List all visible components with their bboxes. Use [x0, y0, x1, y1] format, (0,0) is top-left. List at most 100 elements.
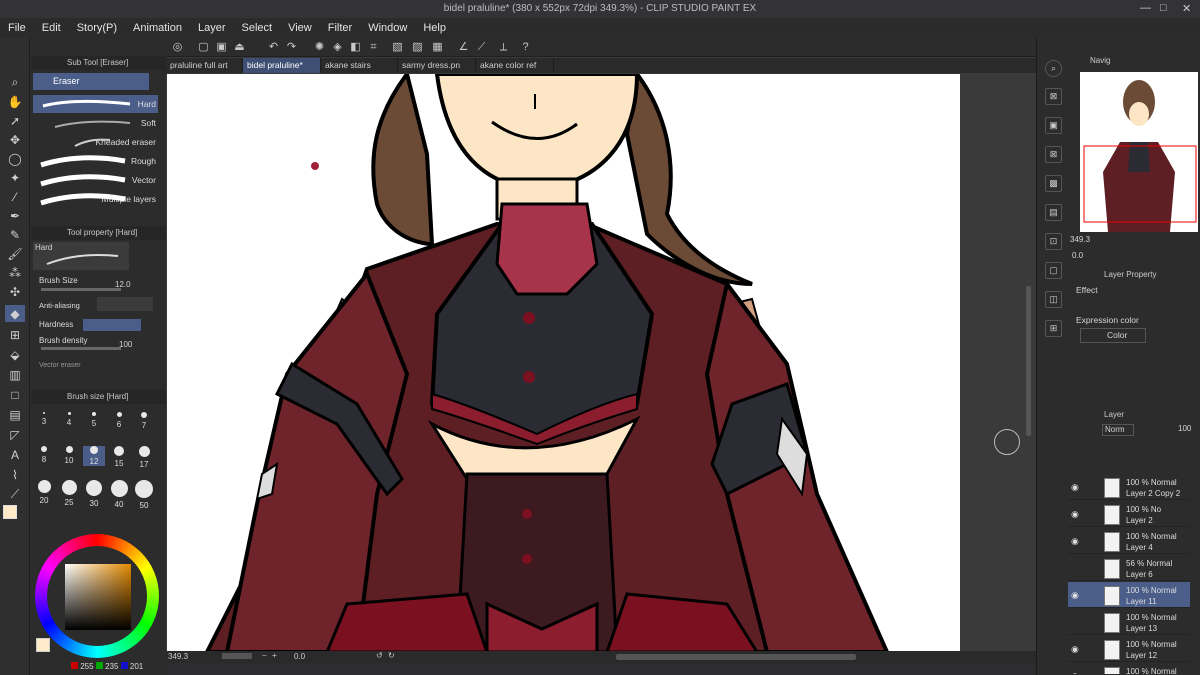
brush-size-50[interactable]: 50 — [133, 480, 155, 510]
panel-8-icon[interactable]: ◫ — [1045, 291, 1062, 308]
angle-readout[interactable]: 0.0 — [294, 652, 305, 661]
density-slider[interactable] — [41, 347, 121, 350]
minimize-icon[interactable]: — — [1140, 2, 1151, 14]
fill-icon[interactable]: ◧ — [348, 40, 363, 54]
layer-row[interactable]: ◉ 100 % Normal Layer 11 — [1068, 582, 1190, 608]
menu-help[interactable]: Help — [415, 22, 454, 34]
brush-size-17[interactable]: 17 — [133, 446, 155, 469]
pen-tool-icon[interactable]: ✒ — [5, 207, 25, 224]
airbrush-icon[interactable]: ⁂ — [5, 264, 25, 281]
brush-multiple-layers[interactable]: Multiple layers — [33, 190, 158, 208]
eye-icon[interactable]: ◉ — [1071, 590, 1079, 601]
clip-studio-icon[interactable]: ◎ — [170, 40, 185, 54]
menu-view[interactable]: View — [280, 22, 320, 34]
panel-9-icon[interactable]: ⊞ — [1045, 320, 1062, 337]
new-file-icon[interactable]: ▢ — [196, 40, 211, 54]
menu-filter[interactable]: Filter — [320, 22, 360, 34]
hardness-selector[interactable] — [83, 319, 141, 331]
eye-icon[interactable]: ◉ — [1071, 644, 1079, 655]
move-tool-icon[interactable]: ✥ — [5, 131, 25, 148]
brush-rough[interactable]: Rough — [33, 152, 158, 170]
close-icon[interactable]: ✕ — [1182, 2, 1191, 15]
brush-soft[interactable]: Soft — [33, 114, 158, 132]
brush-size-7[interactable]: 7 — [133, 412, 155, 430]
horizontal-scrollbar[interactable] — [616, 654, 856, 660]
panel-3-icon[interactable]: ⊠ — [1045, 146, 1062, 163]
navigator-preview[interactable] — [1080, 72, 1198, 232]
brush-size-15[interactable]: 15 — [108, 446, 130, 468]
eyedropper-icon[interactable]: ⁄ — [5, 188, 25, 205]
antialias-selector[interactable] — [97, 297, 153, 311]
saturation-square[interactable] — [65, 564, 131, 630]
panel-1-icon[interactable]: ⊠ — [1045, 88, 1062, 105]
search-icon[interactable]: ⌕ — [1045, 60, 1062, 77]
layer-row[interactable]: ◉ 100 % No Layer 2 — [1068, 501, 1190, 527]
tab-2[interactable]: akane stairs — [321, 58, 398, 73]
redo-icon[interactable]: ↷ — [284, 40, 299, 54]
brush-size-20[interactable]: 20 — [33, 480, 55, 505]
fill-tool-icon[interactable]: ⬙ — [5, 346, 25, 363]
eye-icon[interactable]: ◉ — [1071, 671, 1079, 674]
zoom-readout[interactable]: 349.3 — [168, 652, 188, 661]
eye-icon[interactable]: ◉ — [1071, 536, 1079, 547]
pencil-tool-icon[interactable]: ✎ — [5, 226, 25, 243]
layer-row[interactable]: ◉ 100 % Normal Layer 2 Copy 2 — [1068, 474, 1190, 500]
subtool-group-tab[interactable]: Eraser — [33, 73, 149, 90]
eye-icon[interactable]: ◉ — [1071, 482, 1079, 493]
brush-size-40[interactable]: 40 — [108, 480, 130, 509]
menu-file[interactable]: File — [0, 22, 34, 34]
pen-pressure-icon[interactable]: ⟋ — [474, 40, 489, 54]
save-icon[interactable]: ⏏ — [232, 40, 247, 54]
frame-tool-icon[interactable]: ▤ — [5, 406, 25, 423]
hand-tool-icon[interactable]: ✋ — [5, 93, 25, 110]
panel-4-icon[interactable]: ▩ — [1045, 175, 1062, 192]
canvas-artwork[interactable] — [167, 74, 960, 652]
layer-row[interactable]: ◉ 100 % Normal Layer 4 — [1068, 528, 1190, 554]
undo-icon[interactable]: ↶ — [266, 40, 281, 54]
blend-mode-select[interactable]: Norm — [1102, 424, 1134, 436]
menu-window[interactable]: Window — [360, 22, 415, 34]
blend-tool-icon[interactable]: ⊞ — [5, 326, 25, 343]
eraser-tool-icon[interactable]: ◆ — [5, 305, 25, 322]
menu-story[interactable]: Story(P) — [69, 22, 125, 34]
snap-ruler-icon[interactable]: ▧ — [390, 40, 405, 54]
snap-grid-icon[interactable]: ▦ — [430, 40, 445, 54]
text-tool-icon[interactable]: A — [5, 446, 25, 463]
brush-size-10[interactable]: 10 — [58, 446, 80, 465]
zoom-out-icon[interactable]: − — [262, 651, 267, 660]
navigator-zoom[interactable]: 349.3 — [1070, 235, 1090, 244]
rotate-right-icon[interactable]: ↻ — [388, 651, 395, 660]
zoom-in-icon[interactable]: + — [272, 651, 277, 660]
panel-2-icon[interactable]: ▣ — [1045, 117, 1062, 134]
brush-tool-icon[interactable]: 🖌 — [5, 245, 25, 262]
zoom-tool-icon[interactable]: ⌕ — [5, 74, 25, 91]
ruler-tool-icon[interactable]: ◸ — [5, 426, 25, 443]
correct-line-icon[interactable]: ⟋ — [5, 486, 25, 503]
brush-hard[interactable]: Hard — [33, 95, 158, 113]
menu-animation[interactable]: Animation — [125, 22, 190, 34]
layer-row[interactable]: ◉ 100 % Normal — [1068, 663, 1190, 674]
layer-row[interactable]: 100 % Normal Layer 13 — [1068, 609, 1190, 635]
color-preview-swatch[interactable] — [36, 638, 50, 652]
panel-6-icon[interactable]: ⊡ — [1045, 233, 1062, 250]
navigator-tab[interactable]: Navig — [1090, 56, 1110, 65]
tab-1[interactable]: bidel praluline* — [243, 58, 321, 73]
lasso-tool-icon[interactable]: ◯ — [5, 150, 25, 167]
density-value[interactable]: 100 — [119, 340, 132, 349]
vertical-scrollbar[interactable] — [1026, 286, 1031, 436]
brush-size-30[interactable]: 30 — [83, 480, 105, 508]
opacity-value[interactable]: 100 — [1178, 424, 1191, 433]
panel-5-icon[interactable]: ▤ — [1045, 204, 1062, 221]
eye-icon[interactable]: ◉ — [1071, 509, 1079, 520]
auto-select-icon[interactable]: ✦ — [5, 169, 25, 186]
layer-tab[interactable]: Layer — [1104, 410, 1124, 419]
brush-size-slider[interactable] — [41, 288, 121, 291]
operation-tool-icon[interactable]: ➚ — [5, 112, 25, 129]
tab-4[interactable]: akane color ref — [476, 58, 554, 73]
brush-vector[interactable]: Vector — [33, 171, 158, 189]
maximize-icon[interactable]: □ — [1160, 2, 1167, 14]
menu-layer[interactable]: Layer — [190, 22, 234, 34]
layer-property-tab[interactable]: Layer Property — [1104, 270, 1156, 279]
tab-0[interactable]: praluline full art — [166, 58, 243, 73]
brush-size-3[interactable]: 3 — [33, 412, 55, 426]
